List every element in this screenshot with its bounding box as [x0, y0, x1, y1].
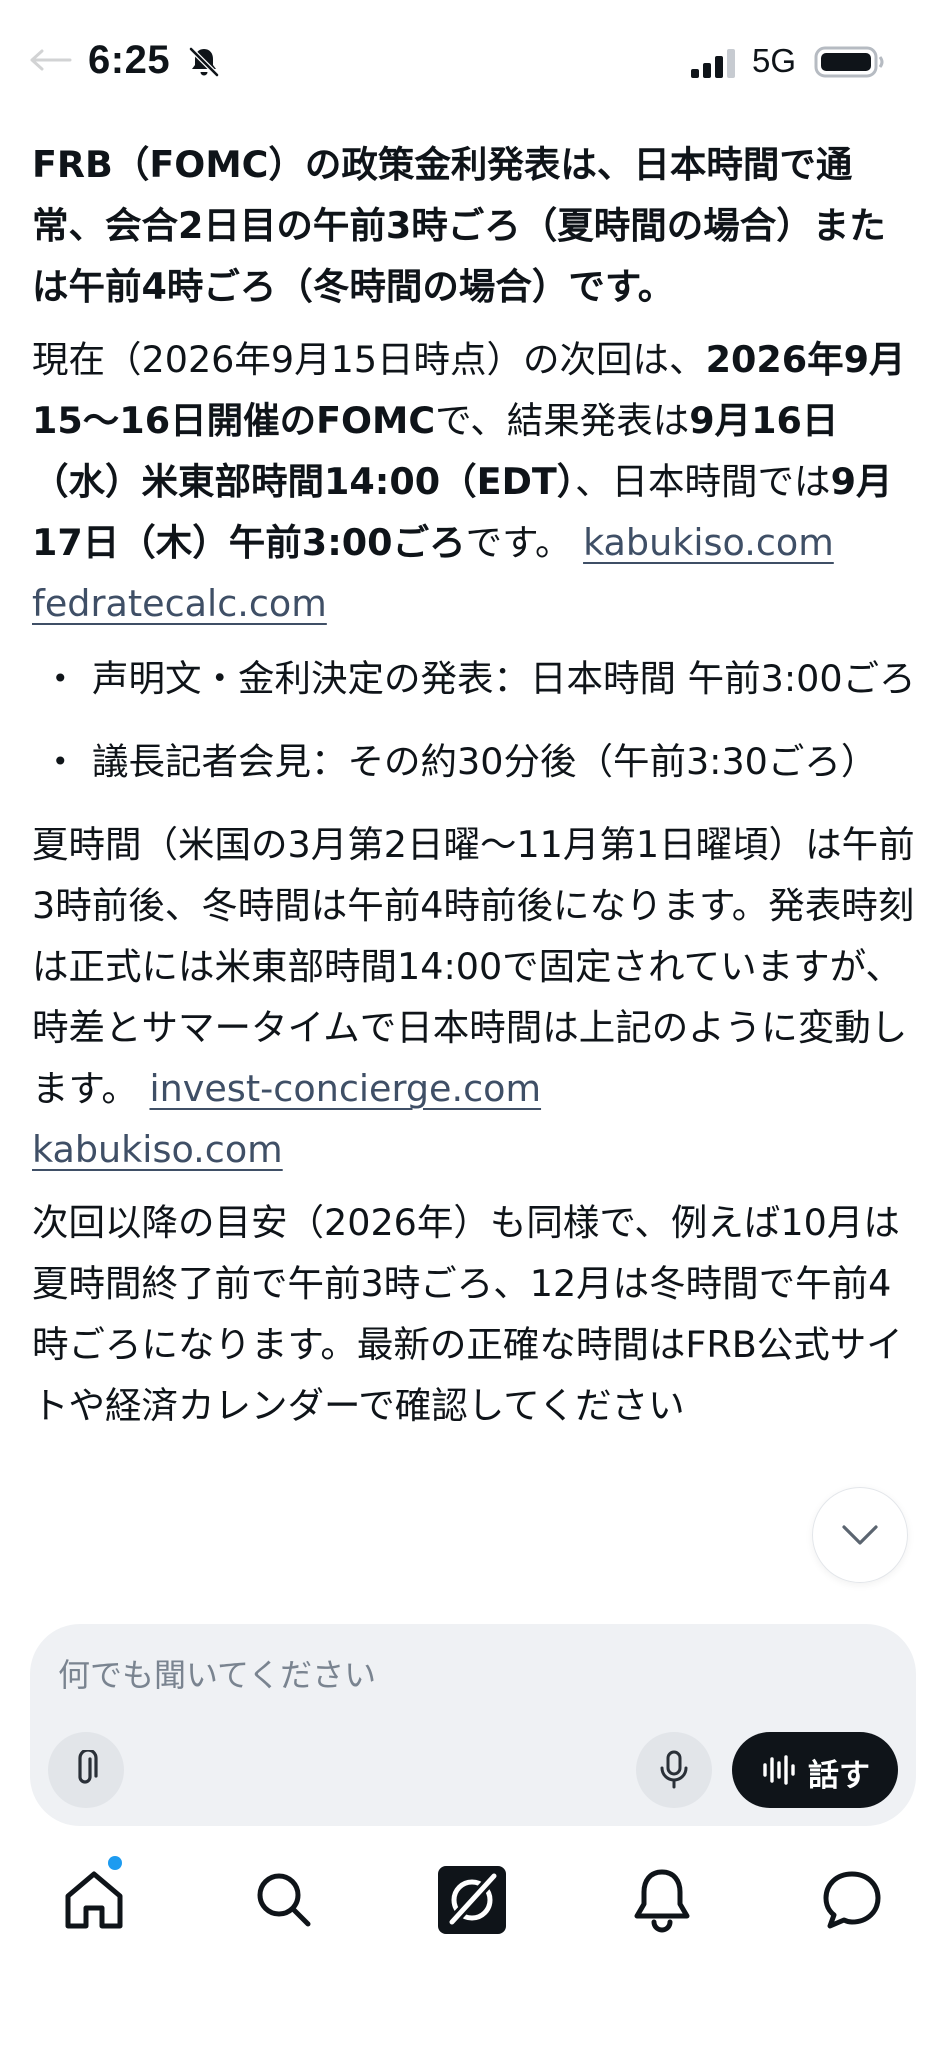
silent-bell-icon — [189, 47, 219, 77]
microphone-button[interactable] — [636, 1732, 712, 1808]
tab-messages[interactable] — [814, 1862, 890, 1938]
message-composer: 話す — [30, 1624, 916, 1826]
text-segment: で、結果発表は — [435, 399, 690, 442]
chevron-down-icon — [842, 1525, 878, 1545]
attach-button[interactable] — [48, 1732, 124, 1808]
bullet-dot: • — [52, 745, 69, 778]
answer-paragraph-next-meeting: 現在（2026年9月15日時点）の次回は、2026年9月15〜16日開催のFOM… — [32, 329, 917, 634]
tab-notifications[interactable] — [624, 1862, 700, 1938]
list-item-text: 声明文・金利決定の発表：日本時間 午前3:00ごろ — [92, 657, 916, 700]
chat-icon — [823, 1871, 881, 1929]
microphone-icon — [660, 1750, 688, 1789]
tab-grok[interactable] — [434, 1862, 510, 1938]
source-link[interactable]: kabukiso.com — [32, 1128, 283, 1171]
response-article: FRB（FOMC）の政策金利発表は、日本時間で通常、会合2日目の午前3時ごろ（夏… — [32, 134, 917, 1448]
source-link[interactable]: fedratecalc.com — [32, 582, 327, 625]
search-icon — [257, 1873, 311, 1927]
prompt-input[interactable] — [58, 1656, 878, 1694]
text-segment: 、日本時間では — [575, 460, 831, 503]
voice-mode-label: 話す — [808, 1758, 870, 1794]
source-link[interactable]: kabukiso.com — [583, 521, 834, 564]
list-item: • 声明文・金利決定の発表：日本時間 午前3:00ごろ — [32, 648, 917, 709]
scroll-down-button[interactable] — [812, 1487, 908, 1583]
list-item: • 議長記者会見：その約30分後（午前3:30ごろ） — [32, 731, 917, 792]
status-time: 6:25 — [88, 38, 171, 82]
bottom-tab-bar — [0, 1856, 947, 1952]
tab-search[interactable] — [246, 1862, 322, 1938]
status-bar: 6:25 5G — [0, 0, 947, 120]
battery-icon — [814, 46, 884, 78]
grok-icon — [438, 1866, 506, 1934]
network-type: 5G — [752, 42, 797, 79]
announcement-list: • 声明文・金利決定の発表：日本時間 午前3:00ごろ • 議長記者会見：その約… — [32, 648, 917, 792]
tab-home[interactable] — [56, 1862, 132, 1938]
bell-icon — [634, 1869, 690, 1933]
voice-mode-button[interactable]: 話す — [732, 1732, 898, 1808]
answer-paragraph-dst: 夏時間（米国の3月第2日曜〜11月第1日曜頃）は午前3時前後、冬時間は午前4時前… — [32, 814, 917, 1180]
answer-summary: FRB（FOMC）の政策金利発表は、日本時間で通常、会合2日目の午前3時ごろ（夏… — [32, 143, 886, 308]
answer-paragraph-future: 次回以降の目安（2026年）も同様で、例えば10月は夏時間終了前で午前3時ごろ、… — [32, 1201, 903, 1427]
home-icon — [65, 1871, 123, 1929]
source-link[interactable]: invest-concierge.com — [149, 1067, 541, 1110]
notification-dot — [108, 1856, 122, 1870]
signal-icon — [691, 49, 735, 78]
text-segment: 現在（2026年9月15日時点）の次回は、 — [32, 338, 706, 381]
list-item-text: 議長記者会見：その約30分後（午前3:30ごろ） — [92, 740, 878, 783]
text-segment: です。 — [465, 521, 572, 564]
voice-waveform-icon — [763, 1755, 795, 1785]
paperclip-icon — [78, 1750, 98, 1784]
back-arrow-icon — [30, 49, 72, 71]
bullet-dot: • — [52, 662, 69, 695]
